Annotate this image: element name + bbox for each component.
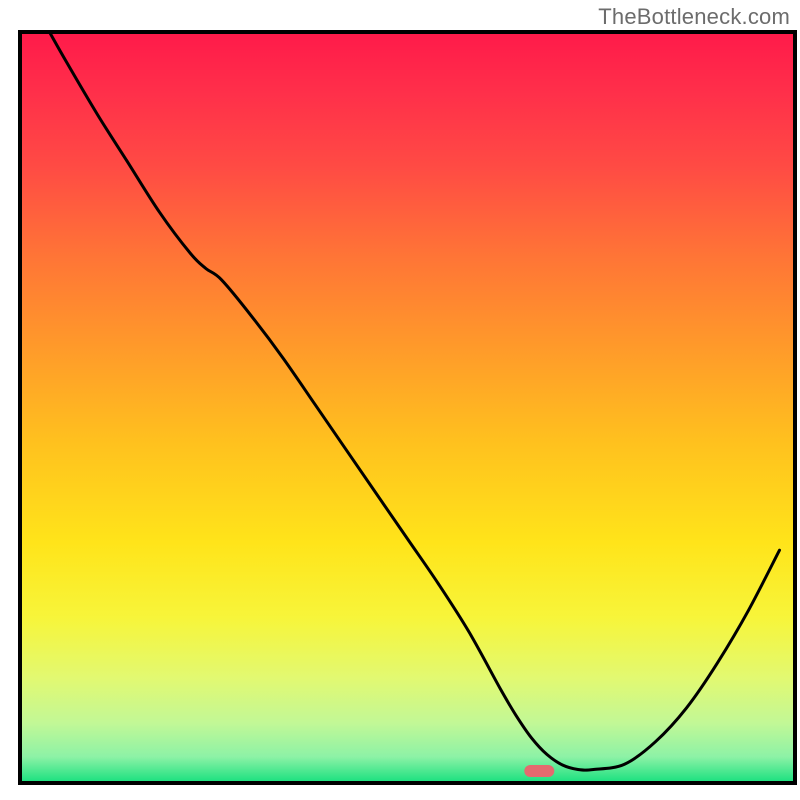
bottleneck-chart (0, 0, 800, 800)
chart-container: TheBottleneck.com (0, 0, 800, 800)
watermark-label: TheBottleneck.com (598, 4, 790, 30)
highlight-pill (524, 765, 554, 777)
plot-background (20, 32, 795, 783)
